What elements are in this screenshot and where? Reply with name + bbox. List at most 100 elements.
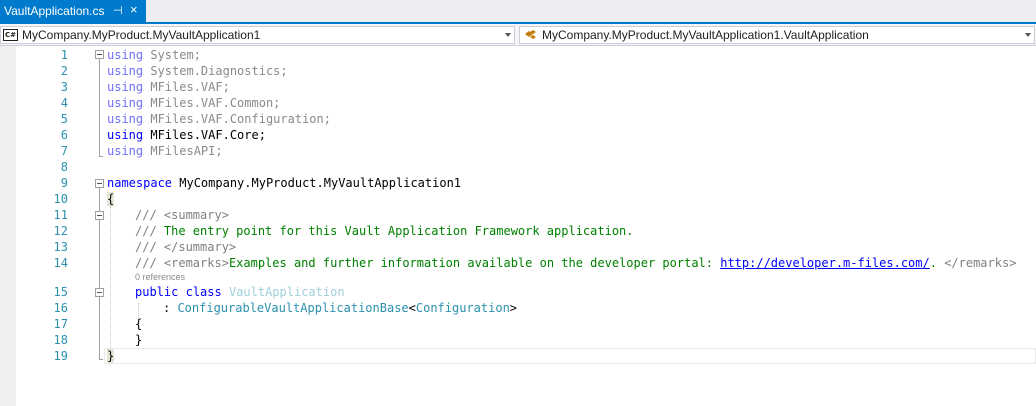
code-text: /// <summary>	[135, 207, 229, 223]
namespace-name: MyCompany.MyProduct.MyVaultApplication1	[172, 176, 462, 190]
doc-comment-slashes: ///	[135, 224, 164, 238]
keyword: using	[107, 144, 144, 158]
code-line: 6 using MFiles.VAF.Core;	[0, 127, 1036, 143]
doc-comment-slashes: ///	[135, 256, 164, 270]
code-text: }	[107, 348, 115, 364]
keyword: using	[107, 128, 144, 142]
code-text: using MFiles.VAF.Common;	[107, 95, 280, 111]
doc-comment-text: The entry point for this Vault Applicati…	[163, 224, 634, 238]
document-tab-strip: VaultApplication.cs ⊣ ×	[0, 0, 1036, 24]
line-number: 11	[53, 208, 68, 222]
keyword: public	[135, 285, 179, 299]
navigation-bar: C# MyCompany.MyProduct.MyVaultApplicatio…	[0, 24, 1036, 46]
code-text: public class VaultApplication	[135, 284, 345, 300]
code-line: 14 /// <remarks>Examples and further inf…	[0, 255, 1036, 271]
doc-comment-slashes: ///	[135, 208, 164, 222]
generic-open: <	[408, 301, 416, 315]
code-text: : ConfigurableVaultApplicationBase<Confi…	[163, 300, 517, 316]
code-text: {	[107, 191, 115, 207]
line-number: 19	[53, 349, 68, 363]
doc-comment-slashes: ///	[135, 240, 164, 254]
line-number: 1	[60, 48, 68, 62]
close-icon[interactable]: ×	[130, 3, 138, 17]
line-number: 2	[60, 64, 68, 78]
code-line: 18 }	[0, 332, 1036, 348]
code-line: 12 /// The entry point for this Vault Ap…	[0, 223, 1036, 239]
namespace-name: MFiles.VAF;	[143, 80, 230, 94]
code-text: /// The entry point for this Vault Appli…	[135, 223, 634, 239]
chevron-down-icon[interactable]	[505, 33, 511, 37]
code-line: 5 using MFiles.VAF.Configuration;	[0, 111, 1036, 127]
code-text: namespace MyCompany.MyProduct.MyVaultApp…	[107, 175, 461, 191]
code-line: 1 using System;	[0, 47, 1036, 63]
code-text: /// <remarks>Examples and further inform…	[135, 255, 1016, 271]
type-dropdown[interactable]: MyCompany.MyProduct.MyVaultApplication1.…	[519, 26, 1035, 44]
class-name: VaultApplication	[228, 285, 345, 299]
code-line: 15 public class VaultApplication	[0, 284, 1036, 300]
line-number: 12	[53, 224, 68, 238]
code-text: using MFilesAPI;	[107, 143, 223, 159]
keyword: using	[107, 48, 144, 62]
close-brace: }	[107, 349, 115, 363]
tab-vault-application-cs[interactable]: VaultApplication.cs ⊣ ×	[0, 0, 146, 22]
line-number: 4	[60, 96, 68, 110]
doc-comment-tag: </summary>	[163, 240, 237, 254]
code-editor[interactable]: 1 using System; 2 using System.Diagnosti…	[0, 46, 1036, 406]
line-number: 17	[53, 317, 68, 331]
open-brace: {	[107, 192, 115, 206]
code-text: }	[135, 332, 142, 348]
code-line: 13 /// </summary>	[0, 239, 1036, 255]
code-line: 3 using MFiles.VAF;	[0, 79, 1036, 95]
line-number: 10	[53, 192, 68, 206]
code-text: using System.Diagnostics;	[107, 63, 288, 79]
line-number: 13	[53, 240, 68, 254]
close-brace: }	[135, 333, 143, 347]
developer-portal-link[interactable]: http://developer.m-files.com/	[720, 256, 930, 270]
keyword: namespace	[107, 176, 173, 190]
generic-close: >	[509, 301, 518, 315]
code-line: 11 /// <summary>	[0, 207, 1036, 223]
pin-icon[interactable]: ⊣	[113, 5, 123, 17]
open-brace: {	[135, 317, 143, 331]
namespace-name: MFiles.VAF.Configuration;	[143, 112, 331, 126]
line-number: 9	[60, 176, 68, 190]
tab-title: VaultApplication.cs	[4, 4, 105, 18]
code-text: /// </summary>	[135, 239, 236, 255]
doc-comment-text: Examples and further information availab…	[228, 256, 721, 270]
line-number: 15	[53, 285, 68, 299]
keyword: using	[107, 96, 144, 110]
type-dropdown-value: MyCompany.MyProduct.MyVaultApplication1.…	[542, 28, 869, 42]
base-class-name: ConfigurableVaultApplicationBase	[177, 301, 409, 315]
line-number: 3	[60, 80, 68, 94]
chevron-down-icon[interactable]	[1025, 33, 1031, 37]
namespace-name: MFiles.VAF.Common;	[143, 96, 281, 110]
namespace-name: MFilesAPI;	[143, 144, 223, 158]
code-line: 16 : ConfigurableVaultApplicationBase<Co…	[0, 300, 1036, 316]
codelens-references[interactable]: 0 references	[135, 271, 185, 283]
csharp-project-icon: C#	[3, 29, 18, 41]
line-number: 18	[53, 333, 68, 347]
line-number: 14	[53, 256, 68, 270]
keyword: using	[107, 80, 144, 94]
line-number: 5	[60, 112, 68, 126]
colon: :	[163, 301, 178, 315]
project-dropdown[interactable]: C# MyCompany.MyProduct.MyVaultApplicatio…	[0, 26, 515, 44]
code-line: 2 using System.Diagnostics;	[0, 63, 1036, 79]
generic-type-name: Configuration	[415, 301, 510, 315]
doc-comment-text: .	[929, 256, 945, 270]
code-line: 10 {	[0, 191, 1036, 207]
namespace-name: MFiles.VAF.Core;	[143, 128, 266, 142]
class-icon	[525, 30, 536, 39]
code-text: using MFiles.VAF.Core;	[107, 127, 266, 143]
code-text: {	[135, 316, 142, 332]
line-number: 6	[60, 128, 68, 142]
keyword: using	[107, 64, 144, 78]
doc-comment-tag: </remarks>	[944, 256, 1017, 270]
code-line: 9 namespace MyCompany.MyProduct.MyVaultA…	[0, 175, 1036, 191]
code-text: using MFiles.VAF.Configuration;	[107, 111, 331, 127]
code-line: 19 }	[0, 348, 1036, 364]
line-number: 7	[60, 144, 68, 158]
namespace-name: System;	[143, 48, 201, 62]
code-line: 4 using MFiles.VAF.Common;	[0, 95, 1036, 111]
project-dropdown-value: MyCompany.MyProduct.MyVaultApplication1	[22, 28, 261, 42]
